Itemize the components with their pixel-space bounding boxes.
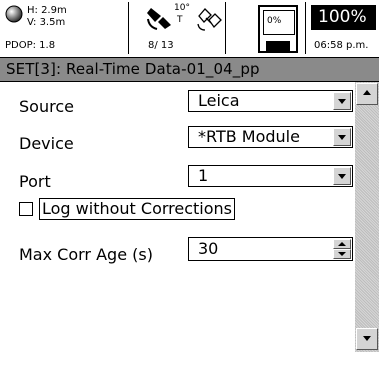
port-select[interactable]: 1 <box>188 165 353 187</box>
source-select[interactable]: Leica <box>188 90 353 112</box>
stepper-up-button[interactable] <box>333 239 351 249</box>
source-value: Leica <box>198 91 240 110</box>
h-precision: H: 2.9m <box>27 5 67 16</box>
device-value: *RTB Module <box>198 127 300 146</box>
v-precision: V: 3.5m <box>27 17 66 28</box>
title-bar: SET[3]: Real-Time Data-01_04_pp <box>0 57 379 82</box>
page-title: SET[3]: Real-Time Data-01_04_pp <box>6 60 260 78</box>
memory-status[interactable]: 0% <box>226 0 305 57</box>
port-label: Port <box>19 172 51 191</box>
checkbox-box[interactable] <box>19 202 33 216</box>
sat-elevation: 10° <box>174 3 190 13</box>
sat-tracking: T <box>177 15 183 25</box>
clock-time: 06:58 p.m. <box>314 40 369 51</box>
floppy-disk-icon: 0% <box>258 5 298 53</box>
settings-form: Source Leica Device *RTB Module Port 1 L… <box>0 82 355 352</box>
max-corr-age-stepper[interactable]: 30 <box>188 237 353 261</box>
sat-count: 8/ 13 <box>148 40 174 51</box>
scroll-down-button[interactable] <box>356 328 378 350</box>
port-value: 1 <box>198 166 209 185</box>
memory-percent: 0% <box>267 16 282 26</box>
source-label: Source <box>19 97 74 116</box>
chevron-down-icon[interactable] <box>333 128 351 146</box>
gps-globe-icon <box>5 5 23 23</box>
chevron-down-icon[interactable] <box>333 167 351 185</box>
device-label: Device <box>19 134 74 153</box>
footer-blank <box>0 352 379 377</box>
chevron-down-icon[interactable] <box>333 92 351 110</box>
pdop: PDOP: 1.8 <box>5 40 56 51</box>
battery-status[interactable]: 100% 06:58 p.m. <box>306 0 379 57</box>
max-corr-age-value: 30 <box>198 239 219 258</box>
battery-level: 100% <box>311 5 376 30</box>
satellite-outline-icon <box>197 8 222 31</box>
scroll-up-button[interactable] <box>356 83 378 105</box>
log-checkbox-label: Log without Corrections <box>42 199 233 218</box>
log-without-corrections-checkbox[interactable]: Log without Corrections <box>19 198 249 220</box>
satellite-icon <box>147 8 171 30</box>
max-corr-age-label: Max Corr Age (s) <box>19 245 153 264</box>
vertical-scrollbar[interactable] <box>355 82 379 352</box>
position-status[interactable]: H: 2.9m V: 3.5m PDOP: 1.8 <box>0 0 128 57</box>
status-bar: H: 2.9m V: 3.5m PDOP: 1.8 10° T 8/ 13 0%… <box>0 0 379 57</box>
device-select[interactable]: *RTB Module <box>188 126 353 148</box>
satellite-status[interactable]: 10° T 8/ 13 <box>129 0 225 57</box>
stepper-down-button[interactable] <box>333 249 351 259</box>
